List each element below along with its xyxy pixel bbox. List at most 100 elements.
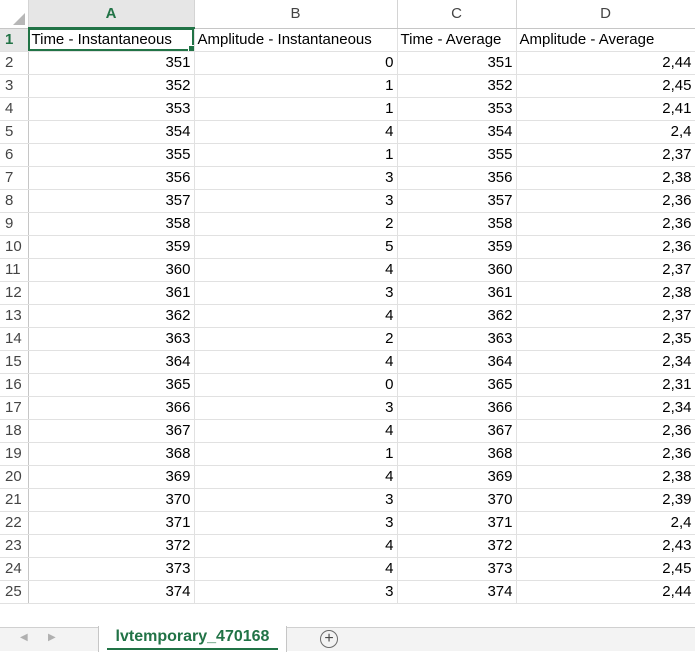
cell-a[interactable]: 371 <box>28 511 195 535</box>
cell-b[interactable]: 1 <box>194 97 398 121</box>
cell-a[interactable]: 364 <box>28 350 195 374</box>
cell-a[interactable]: 351 <box>28 51 195 75</box>
row-header[interactable]: 19 <box>0 442 29 466</box>
cell-d[interactable]: 2,38 <box>516 465 695 489</box>
cell-d[interactable]: 2,36 <box>516 419 695 443</box>
cell-a[interactable]: 366 <box>28 396 195 420</box>
row-header[interactable]: 12 <box>0 281 29 305</box>
cell-b[interactable]: 3 <box>194 580 398 604</box>
chevron-left-icon[interactable]: ◀ <box>20 632 28 643</box>
cell-d[interactable]: 2,45 <box>516 74 695 98</box>
cell-c[interactable]: 368 <box>397 442 517 466</box>
cell-d[interactable]: 2,41 <box>516 97 695 121</box>
cell-d[interactable]: 2,45 <box>516 557 695 581</box>
cell-c[interactable]: 362 <box>397 304 517 328</box>
row-header[interactable]: 10 <box>0 235 29 259</box>
cell-b[interactable]: 0 <box>194 51 398 75</box>
row-header[interactable]: 14 <box>0 327 29 351</box>
row-header[interactable]: 3 <box>0 74 29 98</box>
cell-a[interactable]: 362 <box>28 304 195 328</box>
select-all-button[interactable] <box>0 0 29 29</box>
row-header[interactable]: 17 <box>0 396 29 420</box>
cell-c[interactable]: 359 <box>397 235 517 259</box>
row-header[interactable]: 2 <box>0 51 29 75</box>
cell-a[interactable]: 369 <box>28 465 195 489</box>
cell-b[interactable]: 4 <box>194 120 398 144</box>
cell-d[interactable]: 2,31 <box>516 373 695 397</box>
cell-b[interactable]: 4 <box>194 350 398 374</box>
cell-a[interactable]: 370 <box>28 488 195 512</box>
cell-c[interactable]: 366 <box>397 396 517 420</box>
row-header[interactable]: 1 <box>0 28 29 52</box>
cell-d[interactable]: 2,4 <box>516 120 695 144</box>
row-header[interactable]: 7 <box>0 166 29 190</box>
cell-b[interactable]: 1 <box>194 143 398 167</box>
cell-a[interactable]: 352 <box>28 74 195 98</box>
cell-d[interactable]: 2,36 <box>516 189 695 213</box>
cell-a[interactable]: 368 <box>28 442 195 466</box>
row-header[interactable]: 18 <box>0 419 29 443</box>
cell-a[interactable]: 357 <box>28 189 195 213</box>
cell-d[interactable]: 2,39 <box>516 488 695 512</box>
cell-a1[interactable]: Time - Instantaneous <box>28 28 195 52</box>
cell-d[interactable]: 2,38 <box>516 281 695 305</box>
row-header[interactable]: 25 <box>0 580 29 604</box>
column-header-d[interactable]: D <box>516 0 695 29</box>
sheet-tab-active[interactable]: lvtemporary_470168 <box>98 626 287 652</box>
cell-d[interactable]: 2,38 <box>516 166 695 190</box>
cell-d[interactable]: 2,37 <box>516 258 695 282</box>
cell-d[interactable]: 2,36 <box>516 212 695 236</box>
cell-c[interactable]: 353 <box>397 97 517 121</box>
cell-d[interactable]: 2,37 <box>516 143 695 167</box>
cell-a[interactable]: 372 <box>28 534 195 558</box>
cell-a[interactable]: 374 <box>28 580 195 604</box>
row-header[interactable]: 9 <box>0 212 29 236</box>
row-header[interactable]: 4 <box>0 97 29 121</box>
row-header[interactable]: 8 <box>0 189 29 213</box>
cell-a[interactable]: 355 <box>28 143 195 167</box>
cell-c[interactable]: 363 <box>397 327 517 351</box>
cell-a[interactable]: 353 <box>28 97 195 121</box>
cell-a[interactable]: 365 <box>28 373 195 397</box>
cell-b[interactable]: 1 <box>194 442 398 466</box>
cell-b[interactable]: 1 <box>194 74 398 98</box>
cell-c[interactable]: 352 <box>397 74 517 98</box>
cell-b[interactable]: 3 <box>194 166 398 190</box>
cell-d[interactable]: 2,43 <box>516 534 695 558</box>
cell-c[interactable]: 358 <box>397 212 517 236</box>
cell-b1[interactable]: Amplitude - Instantaneous <box>194 28 398 52</box>
cell-d[interactable]: 2,37 <box>516 304 695 328</box>
row-header[interactable]: 5 <box>0 120 29 144</box>
cell-c[interactable]: 356 <box>397 166 517 190</box>
cell-b[interactable]: 4 <box>194 465 398 489</box>
cell-c[interactable]: 355 <box>397 143 517 167</box>
cell-c[interactable]: 374 <box>397 580 517 604</box>
row-header[interactable]: 22 <box>0 511 29 535</box>
cell-c[interactable]: 367 <box>397 419 517 443</box>
cell-a[interactable]: 373 <box>28 557 195 581</box>
cell-d[interactable]: 2,34 <box>516 350 695 374</box>
cell-c1[interactable]: Time - Average <box>397 28 517 52</box>
cell-c[interactable]: 354 <box>397 120 517 144</box>
cell-b[interactable]: 4 <box>194 419 398 443</box>
cell-d[interactable]: 2,44 <box>516 580 695 604</box>
cell-d[interactable]: 2,34 <box>516 396 695 420</box>
cell-a[interactable]: 354 <box>28 120 195 144</box>
cell-c[interactable]: 369 <box>397 465 517 489</box>
cell-c[interactable]: 372 <box>397 534 517 558</box>
cell-b[interactable]: 4 <box>194 304 398 328</box>
cell-a[interactable]: 356 <box>28 166 195 190</box>
cell-b[interactable]: 0 <box>194 373 398 397</box>
column-header-c[interactable]: C <box>397 0 517 29</box>
row-header[interactable]: 20 <box>0 465 29 489</box>
cell-b[interactable]: 3 <box>194 281 398 305</box>
cell-d1[interactable]: Amplitude - Average <box>516 28 695 52</box>
cell-a[interactable]: 358 <box>28 212 195 236</box>
fill-handle[interactable] <box>187 44 193 50</box>
row-header[interactable]: 21 <box>0 488 29 512</box>
cell-d[interactable]: 2,36 <box>516 235 695 259</box>
cell-c[interactable]: 370 <box>397 488 517 512</box>
cell-b[interactable]: 3 <box>194 488 398 512</box>
plus-circle-icon[interactable]: + <box>320 630 338 648</box>
cell-c[interactable]: 373 <box>397 557 517 581</box>
